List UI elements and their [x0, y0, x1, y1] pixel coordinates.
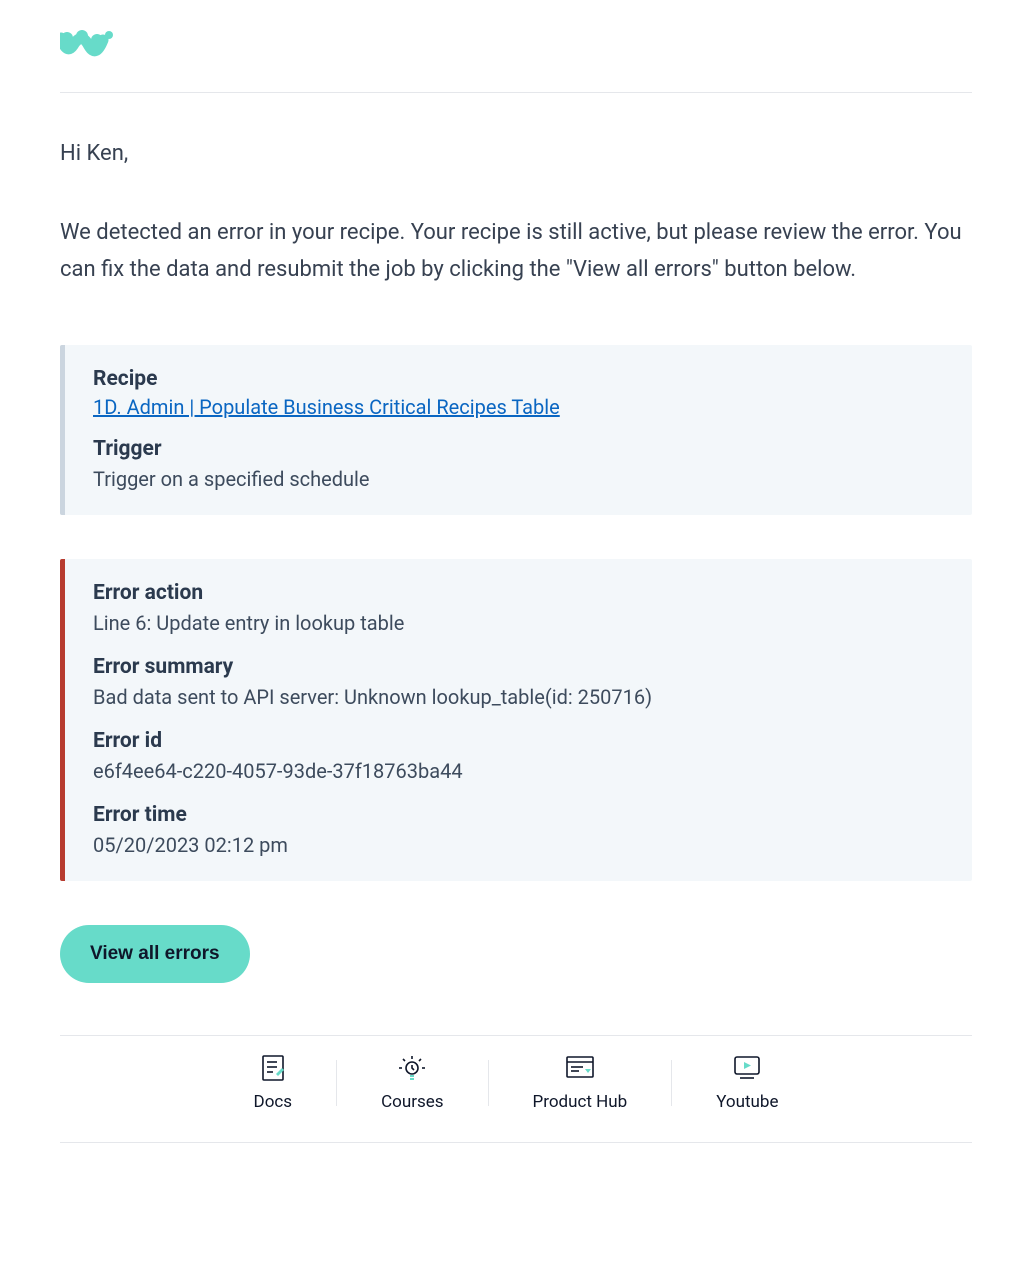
footer-product-hub-label: Product Hub [533, 1092, 628, 1112]
recipe-info-card: Recipe 1D. Admin | Populate Business Cri… [60, 345, 972, 515]
footer-product-hub-link[interactable]: Product Hub [489, 1054, 672, 1112]
footer-divider-top [60, 1035, 972, 1036]
error-action-value: Line 6: Update entry in lookup table [93, 609, 944, 637]
footer-links: Docs Courses [60, 1054, 972, 1112]
recipe-link[interactable]: 1D. Admin | Populate Business Critical R… [93, 395, 560, 419]
header-divider [60, 92, 972, 93]
brand-logo [60, 30, 972, 64]
courses-icon [396, 1054, 428, 1082]
error-summary-label: Error summary [93, 655, 944, 679]
error-id-label: Error id [93, 729, 944, 753]
footer-youtube-label: Youtube [716, 1092, 778, 1112]
footer-courses-link[interactable]: Courses [337, 1054, 487, 1112]
product-hub-icon [565, 1054, 595, 1082]
error-time-label: Error time [93, 803, 944, 827]
greeting-text: Hi Ken, [60, 141, 972, 166]
footer-docs-link[interactable]: Docs [210, 1054, 337, 1112]
youtube-icon [732, 1054, 762, 1082]
error-time-value: 05/20/2023 02:12 pm [93, 831, 944, 859]
error-info-card: Error action Line 6: Update entry in loo… [60, 559, 972, 881]
intro-text: We detected an error in your recipe. You… [60, 214, 972, 289]
recipe-label: Recipe [93, 367, 944, 391]
footer-youtube-link[interactable]: Youtube [672, 1054, 822, 1112]
footer-courses-label: Courses [381, 1092, 443, 1112]
trigger-label: Trigger [93, 437, 944, 461]
error-summary-value: Bad data sent to API server: Unknown loo… [93, 683, 944, 711]
error-id-value: e6f4ee64-c220-4057-93de-37f18763ba44 [93, 757, 944, 785]
trigger-value: Trigger on a specified schedule [93, 465, 944, 493]
view-all-errors-button[interactable]: View all errors [60, 925, 250, 983]
error-action-label: Error action [93, 581, 944, 605]
docs-icon [260, 1054, 286, 1082]
footer-docs-label: Docs [254, 1092, 293, 1112]
